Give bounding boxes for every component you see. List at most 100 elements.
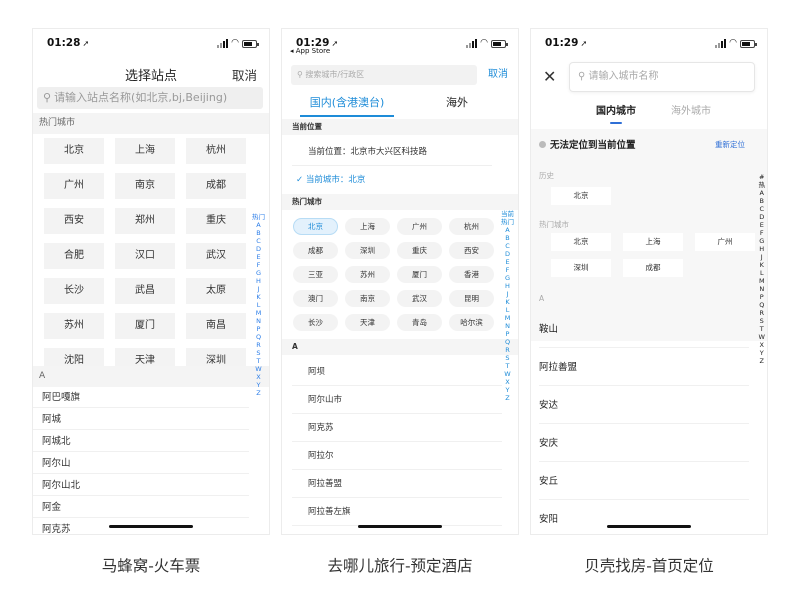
hot-city-chip[interactable]: 哈尔滨 — [449, 314, 494, 331]
city-list-item[interactable]: 安达 — [539, 397, 749, 411]
index-letter[interactable]: B — [505, 234, 509, 242]
hot-city-chip[interactable]: 苏州 — [345, 266, 390, 283]
index-letter[interactable]: N — [505, 322, 510, 330]
hot-city-chip[interactable]: 天津 — [345, 314, 390, 331]
index-letter[interactable]: T — [506, 362, 510, 370]
station-list-item[interactable]: 阿城北 — [33, 432, 249, 452]
index-letter[interactable]: Q — [256, 333, 261, 341]
index-letter[interactable]: N — [256, 317, 261, 325]
hot-city-chip[interactable]: 昆明 — [449, 290, 494, 307]
index-letter[interactable]: A — [505, 226, 509, 234]
index-letter[interactable]: Y — [506, 386, 510, 394]
hot-city-chip[interactable]: 澳门 — [293, 290, 338, 307]
hot-city-chip[interactable]: 长沙 — [293, 314, 338, 331]
index-letter[interactable]: J — [258, 285, 260, 293]
city-list-item[interactable]: 阿拉尔 — [292, 443, 502, 470]
hot-city-chip[interactable]: 青岛 — [397, 314, 442, 331]
hot-city-chip[interactable]: 深圳 — [345, 242, 390, 259]
index-letter[interactable]: G — [256, 269, 261, 277]
index-letter[interactable]: N — [759, 285, 764, 293]
hot-city-button[interactable]: 西安 — [44, 208, 104, 234]
hot-city-button[interactable]: 太原 — [186, 278, 246, 304]
hot-city-chip[interactable]: 重庆 — [397, 242, 442, 259]
index-letter[interactable]: Z — [256, 389, 260, 397]
index-letter[interactable]: S — [256, 349, 260, 357]
hot-city-button[interactable]: 杭州 — [186, 138, 246, 164]
tab-overseas[interactable]: 海外 — [402, 91, 512, 115]
city-list-item[interactable]: 安阳 — [539, 511, 749, 525]
index-letter[interactable]: K — [760, 261, 764, 269]
tab-domestic[interactable]: 国内(含港澳台) — [292, 91, 402, 115]
city-list-item[interactable]: 安庆 — [539, 435, 749, 449]
index-letter[interactable]: Y — [760, 349, 764, 357]
index-letter[interactable]: L — [506, 306, 510, 314]
cancel-button[interactable]: 取消 — [232, 65, 257, 84]
index-letter[interactable]: S — [760, 317, 764, 325]
index-letter[interactable]: A — [760, 189, 764, 197]
index-letter[interactable]: L — [257, 301, 261, 309]
index-letter[interactable]: R — [759, 309, 764, 317]
index-letter[interactable]: W — [504, 370, 510, 378]
index-letter[interactable]: M — [759, 277, 765, 285]
index-letter[interactable]: B — [256, 229, 260, 237]
index-letter[interactable]: D — [759, 213, 764, 221]
hot-city-chip[interactable]: 香港 — [449, 266, 494, 283]
hot-city-button[interactable]: 北京 — [44, 138, 104, 164]
hot-city-button[interactable]: 合肥 — [44, 243, 104, 269]
hot-city-button[interactable]: 广州 — [44, 173, 104, 199]
index-letter[interactable]: G — [505, 274, 510, 282]
alphabet-index[interactable]: 热门 A B C D E F G H J K L M N P Q R S T W X Y Z — [252, 213, 265, 397]
index-letter[interactable]: R — [505, 346, 510, 354]
tab-domestic[interactable]: 国内城市 — [576, 104, 656, 120]
index-letter[interactable]: 热门 — [252, 213, 265, 221]
hot-city-chip[interactable]: 武汉 — [397, 290, 442, 307]
index-letter[interactable]: F — [760, 229, 764, 237]
index-letter[interactable]: W — [759, 333, 765, 341]
index-letter[interactable]: 热门 — [501, 218, 514, 226]
station-list-item[interactable]: 阿尔山北 — [33, 476, 249, 496]
hot-city-chip[interactable]: 杭州 — [449, 218, 494, 235]
hot-city-chip[interactable]: 三亚 — [293, 266, 338, 283]
alphabet-index[interactable]: # 热 A B C D E F G H J K L M N P Q R S T W X Y Z — [759, 173, 766, 365]
index-letter[interactable]: J — [507, 290, 509, 298]
index-letter[interactable]: 当前 — [501, 210, 514, 218]
index-letter[interactable]: X — [256, 373, 260, 381]
city-list-item[interactable]: 阿拉善盟 — [539, 359, 749, 373]
hot-city-chip[interactable]: 广州 — [397, 218, 442, 235]
index-letter[interactable]: P — [257, 325, 261, 333]
city-search-input[interactable]: ⚲ 搜索城市/行政区 — [291, 65, 477, 85]
hot-city-button[interactable]: 苏州 — [44, 313, 104, 339]
station-list-item[interactable]: 阿尔山 — [33, 454, 249, 474]
hot-city-chip[interactable]: 西安 — [449, 242, 494, 259]
city-list-item[interactable]: 阿拉善盟 — [292, 471, 502, 498]
index-letter[interactable]: S — [505, 354, 509, 362]
hot-city-chip[interactable]: 北京 — [293, 218, 338, 235]
index-letter[interactable]: T — [760, 325, 764, 333]
index-letter[interactable]: C — [759, 205, 764, 213]
alphabet-index[interactable]: 当前 热门 A B C D E F G H J K L M N P Q R S T W X Y Z — [501, 210, 514, 402]
hot-city-button[interactable]: 重庆 — [186, 208, 246, 234]
index-letter[interactable]: T — [257, 357, 261, 365]
station-list-item[interactable]: 阿金 — [33, 498, 249, 518]
index-letter[interactable]: X — [505, 378, 509, 386]
index-letter[interactable]: E — [505, 258, 509, 266]
hot-city-button[interactable]: 成都 — [186, 173, 246, 199]
hot-city-chip[interactable]: 深圳 — [551, 259, 611, 277]
index-letter[interactable]: P — [760, 293, 764, 301]
hot-city-button[interactable]: 武汉 — [186, 243, 246, 269]
index-letter[interactable]: L — [760, 269, 764, 277]
close-icon[interactable]: ✕ — [543, 69, 556, 85]
index-letter[interactable]: K — [505, 298, 509, 306]
index-letter[interactable]: Q — [505, 338, 510, 346]
index-letter[interactable]: D — [256, 245, 261, 253]
hot-city-button[interactable]: 汉口 — [115, 243, 175, 269]
index-letter[interactable]: F — [257, 261, 261, 269]
relocate-button[interactable]: 重新定位 — [715, 139, 745, 150]
hot-city-chip[interactable]: 厦门 — [397, 266, 442, 283]
station-search-input[interactable]: ⚲ 请输入站点名称(如北京,bj,Beijing) — [37, 87, 263, 109]
hot-city-chip[interactable]: 南京 — [345, 290, 390, 307]
index-letter[interactable]: Q — [759, 301, 764, 309]
index-letter[interactable]: X — [760, 341, 764, 349]
index-letter[interactable]: W — [255, 365, 261, 373]
city-list-item[interactable]: 阿尔山市 — [292, 387, 502, 414]
